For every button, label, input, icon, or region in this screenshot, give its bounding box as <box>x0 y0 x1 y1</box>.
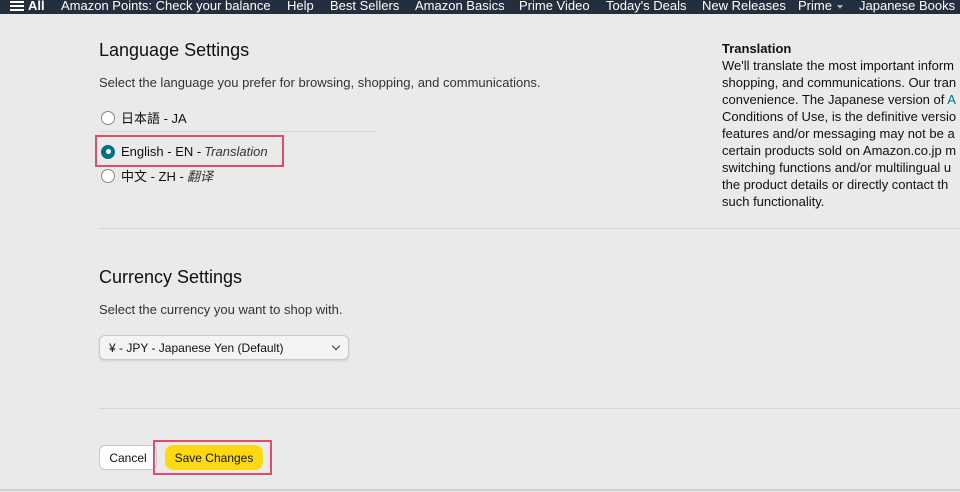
language-option-zh-note: 翻译 <box>186 169 213 184</box>
translation-line: shopping, and communications. Our tran <box>722 75 957 90</box>
caret-down-icon <box>836 4 843 9</box>
nav-link-amazon-points[interactable]: Amazon Points: Check your balance <box>61 0 271 13</box>
currency-settings-title: Currency Settings <box>99 267 243 287</box>
nav-link-amazon-basics[interactable]: Amazon Basics <box>415 0 505 13</box>
translation-line: We'll translate the most important infor… <box>722 58 954 73</box>
cancel-button[interactable]: Cancel <box>99 445 157 470</box>
translation-line: such functionality. <box>722 194 825 209</box>
nav-link-new-releases[interactable]: New Releases <box>702 0 786 13</box>
highlight-box <box>95 135 284 167</box>
translation-line: features and/or messaging may not be a <box>722 126 955 141</box>
radio-button-ja[interactable] <box>101 110 115 125</box>
nav-link-help[interactable]: Help <box>287 0 314 13</box>
nav-link-prime-label: Prime <box>798 0 832 13</box>
radio-button-zh[interactable] <box>101 168 115 183</box>
translation-line: switching functions and/or multilingual … <box>722 160 952 175</box>
language-option-ja-label: 日本語 - JA <box>121 111 187 126</box>
language-option-ja[interactable]: 日本語 - JA <box>101 108 187 127</box>
translation-line: convenience. The Japanese version of A <box>722 91 960 108</box>
translation-title: Translation <box>722 41 792 56</box>
translation-line: Conditions of Use, is the definitive ver… <box>722 109 957 124</box>
nav-link-prime[interactable]: Prime <box>798 0 843 13</box>
section-divider <box>99 228 960 229</box>
translation-line-text: convenience. The Japanese version of <box>722 92 948 107</box>
language-settings-title: Language Settings <box>99 40 250 60</box>
bottom-divider <box>0 489 960 491</box>
language-settings-subtitle: Select the language you prefer for brows… <box>99 75 541 90</box>
translation-line: certain products sold on Amazon.co.jp m <box>722 143 957 158</box>
hamburger-icon <box>10 0 24 11</box>
translation-line: the product details or directly contact … <box>722 177 949 192</box>
chevron-down-icon <box>331 341 341 351</box>
currency-settings-subtitle: Select the currency you want to shop wit… <box>99 302 343 317</box>
nav-link-prime-video[interactable]: Prime Video <box>519 0 590 13</box>
divider <box>99 131 375 132</box>
currency-select[interactable]: ¥ - JPY - Japanese Yen (Default) <box>99 335 349 360</box>
nav-link-todays-deals[interactable]: Today's Deals <box>606 0 687 13</box>
currency-select-value: ¥ - JPY - Japanese Yen (Default) <box>109 340 284 355</box>
all-menu-label: All <box>28 0 45 13</box>
translation-link[interactable]: A <box>947 92 956 107</box>
all-menu-button[interactable]: All <box>10 0 45 13</box>
translation-description: We'll translate the most important infor… <box>722 57 960 210</box>
language-option-zh-label: 中文 - ZH - <box>121 169 184 184</box>
nav-link-japanese-books[interactable]: Japanese Books <box>859 0 955 13</box>
highlight-box <box>153 440 272 475</box>
section-divider <box>99 408 960 409</box>
language-option-zh[interactable]: 中文 - ZH - 翻译 <box>101 166 213 185</box>
nav-link-best-sellers[interactable]: Best Sellers <box>330 0 399 13</box>
top-nav-bar: All Amazon Points: Check your balance He… <box>0 0 960 14</box>
